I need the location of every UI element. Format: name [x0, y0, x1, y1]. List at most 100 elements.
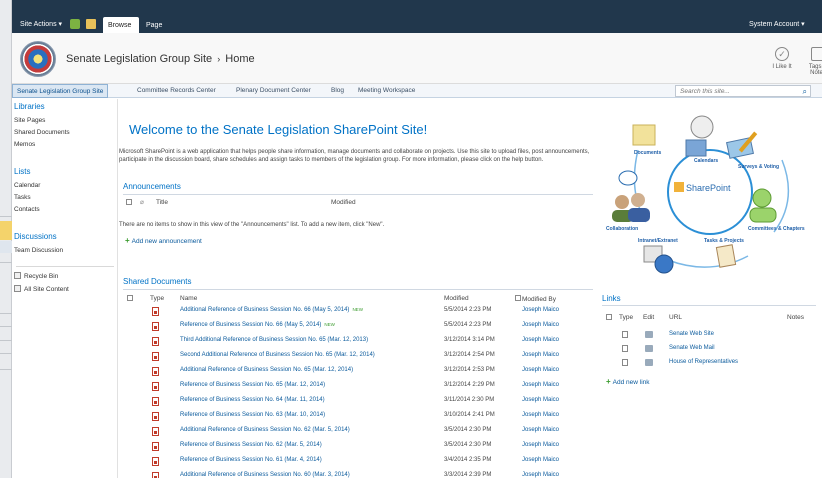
i-like-it-button[interactable]: ✓ I Like It: [767, 47, 797, 70]
document-name-link[interactable]: Reference of Business Session No. 61 (Ma…: [180, 457, 322, 463]
link-url[interactable]: Senate Web Site: [669, 331, 714, 337]
document-row: Reference of Business Session No. 66 (Ma…: [118, 321, 593, 336]
ql-item-contacts[interactable]: Contacts: [14, 206, 40, 213]
topnav-item-committee-records[interactable]: Committee Records Center: [137, 84, 216, 98]
document-name-link[interactable]: Third Additional Reference of Business S…: [180, 337, 368, 343]
diagram-label-surveys: Surveys & Voting: [738, 164, 779, 170]
divider: [0, 326, 12, 327]
pdf-icon: [152, 352, 159, 361]
add-link-link[interactable]: + Add new link: [606, 377, 650, 386]
documents-select-all[interactable]: [127, 295, 133, 303]
sharepoint-logo-icon: [674, 182, 684, 192]
tab-page[interactable]: Page: [146, 22, 162, 29]
column-header-notes[interactable]: Notes: [787, 314, 804, 321]
navigate-up-icon[interactable]: [70, 19, 80, 29]
document-modified: 3/5/2014 2:30 PM: [444, 442, 492, 448]
document-modified-by-link[interactable]: Joseph Maico: [522, 442, 559, 448]
ql-item-recycle-bin[interactable]: Recycle Bin: [14, 272, 58, 280]
link-row: Senate Web Site: [600, 330, 820, 343]
edit-item-icon[interactable]: [645, 345, 653, 352]
document-name-link[interactable]: Reference of Business Session No. 64 (Ma…: [180, 397, 325, 403]
tab-browse[interactable]: Browse: [103, 17, 139, 33]
document-modified-by-link[interactable]: Joseph Maico: [522, 352, 559, 358]
link-url[interactable]: House of Representatives: [669, 359, 738, 365]
ql-item-all-site-content[interactable]: All Site Content: [14, 285, 69, 293]
edit-item-icon[interactable]: [645, 331, 653, 338]
announcements-title[interactable]: Announcements: [123, 182, 181, 191]
column-header-type[interactable]: Type: [150, 295, 164, 302]
document-row: Reference of Business Session No. 63 (Ma…: [118, 411, 593, 426]
topnav-item-plenary-documents[interactable]: Plenary Document Center: [236, 84, 311, 98]
document-name-link[interactable]: Reference of Business Session No. 62 (Ma…: [180, 442, 322, 448]
document-name-link[interactable]: Additional Reference of Business Session…: [180, 427, 350, 433]
document-modified: 3/4/2014 2:35 PM: [444, 457, 492, 463]
ql-item-calendar[interactable]: Calendar: [14, 182, 40, 189]
document-row: Second Additional Reference of Business …: [118, 351, 593, 366]
tags-notes-button[interactable]: Tags & Notes: [803, 47, 822, 76]
ql-item-memos[interactable]: Memos: [14, 141, 35, 148]
breadcrumb-separator: ›: [217, 54, 221, 64]
links-select-all[interactable]: [606, 314, 612, 322]
column-header-title[interactable]: Title: [156, 199, 168, 206]
column-header-edit[interactable]: Edit: [643, 314, 654, 321]
column-header-url[interactable]: URL: [669, 314, 682, 321]
ql-item-team-discussion[interactable]: Team Discussion: [14, 247, 63, 254]
document-modified-by-link[interactable]: Joseph Maico: [522, 397, 559, 403]
column-header-modified[interactable]: Modified: [444, 295, 469, 302]
shared-documents-title[interactable]: Shared Documents: [123, 277, 191, 286]
document-modified-by-link[interactable]: Joseph Maico: [522, 472, 559, 478]
edit-page-icon[interactable]: [86, 19, 96, 29]
document-name-link[interactable]: Additional Reference of Business Session…: [180, 307, 363, 313]
document-modified-by-link[interactable]: Joseph Maico: [522, 322, 559, 328]
topnav-item-meeting-workspace[interactable]: Meeting Workspace: [358, 84, 415, 98]
announcements-select-all[interactable]: [126, 199, 132, 207]
add-announcement-label: Add new announcement: [131, 238, 202, 245]
column-header-modified-by[interactable]: Modified By: [515, 295, 556, 303]
links-title[interactable]: Links: [602, 294, 621, 303]
link-url[interactable]: Senate Web Mail: [669, 345, 715, 351]
document-modified: 3/10/2014 2:41 PM: [444, 412, 495, 418]
site-title-link[interactable]: Senate Legislation Group Site: [66, 53, 212, 65]
pdf-icon: [152, 382, 159, 391]
document-modified-by-link[interactable]: Joseph Maico: [522, 382, 559, 388]
ql-heading-discussions[interactable]: Discussions: [14, 232, 57, 241]
topnav-item-home[interactable]: Senate Legislation Group Site: [12, 84, 109, 98]
document-modified-by-link[interactable]: Joseph Maico: [522, 427, 559, 433]
search-input[interactable]: [676, 86, 794, 96]
document-name-link[interactable]: Second Additional Reference of Business …: [180, 352, 375, 358]
document-modified-by-link[interactable]: Joseph Maico: [522, 457, 559, 463]
column-header-modified[interactable]: Modified: [331, 199, 356, 206]
ql-heading-libraries[interactable]: Libraries: [14, 102, 45, 111]
topnav-item-blog[interactable]: Blog: [331, 84, 344, 98]
document-modified-by-link[interactable]: Joseph Maico: [522, 307, 559, 313]
document-row: Reference of Business Session No. 65 (Ma…: [118, 381, 593, 396]
site-content-icon: [14, 285, 21, 292]
ql-item-site-pages[interactable]: Site Pages: [14, 117, 45, 124]
document-modified-by-link[interactable]: Joseph Maico: [522, 367, 559, 373]
add-icon: +: [125, 236, 130, 245]
ql-heading-lists[interactable]: Lists: [14, 167, 30, 176]
user-menu[interactable]: System Account ▾: [749, 20, 805, 28]
search-icon[interactable]: ⌕: [803, 87, 807, 96]
document-name-link[interactable]: Reference of Business Session No. 63 (Ma…: [180, 412, 325, 418]
document-name: Additional Reference of Business Session…: [180, 472, 350, 478]
document-name-link[interactable]: Additional Reference of Business Session…: [180, 367, 353, 373]
person-icon: [615, 195, 629, 209]
document-modified-by-link[interactable]: Joseph Maico: [522, 412, 559, 418]
ql-item-tasks[interactable]: Tasks: [14, 194, 31, 201]
documents-folder-icon: [632, 124, 656, 146]
pdf-icon: [152, 367, 159, 376]
add-announcement-link[interactable]: + Add new announcement: [125, 236, 202, 245]
document-modified-by-link[interactable]: Joseph Maico: [522, 337, 559, 343]
diagram-label-documents: Documents: [634, 150, 661, 156]
document-name-link[interactable]: Additional Reference of Business Session…: [180, 472, 350, 478]
column-header-name[interactable]: Name: [180, 295, 197, 302]
ql-item-shared-documents[interactable]: Shared Documents: [14, 129, 70, 136]
senate-seal-logo[interactable]: [20, 41, 56, 77]
column-header-type[interactable]: Type: [619, 314, 633, 321]
document-name-link[interactable]: Reference of Business Session No. 66 (Ma…: [180, 322, 335, 328]
document-row: Third Additional Reference of Business S…: [118, 336, 593, 351]
document-name-link[interactable]: Reference of Business Session No. 65 (Ma…: [180, 382, 325, 388]
site-actions-menu[interactable]: Site Actions ▾: [20, 20, 62, 28]
edit-item-icon[interactable]: [645, 359, 653, 366]
